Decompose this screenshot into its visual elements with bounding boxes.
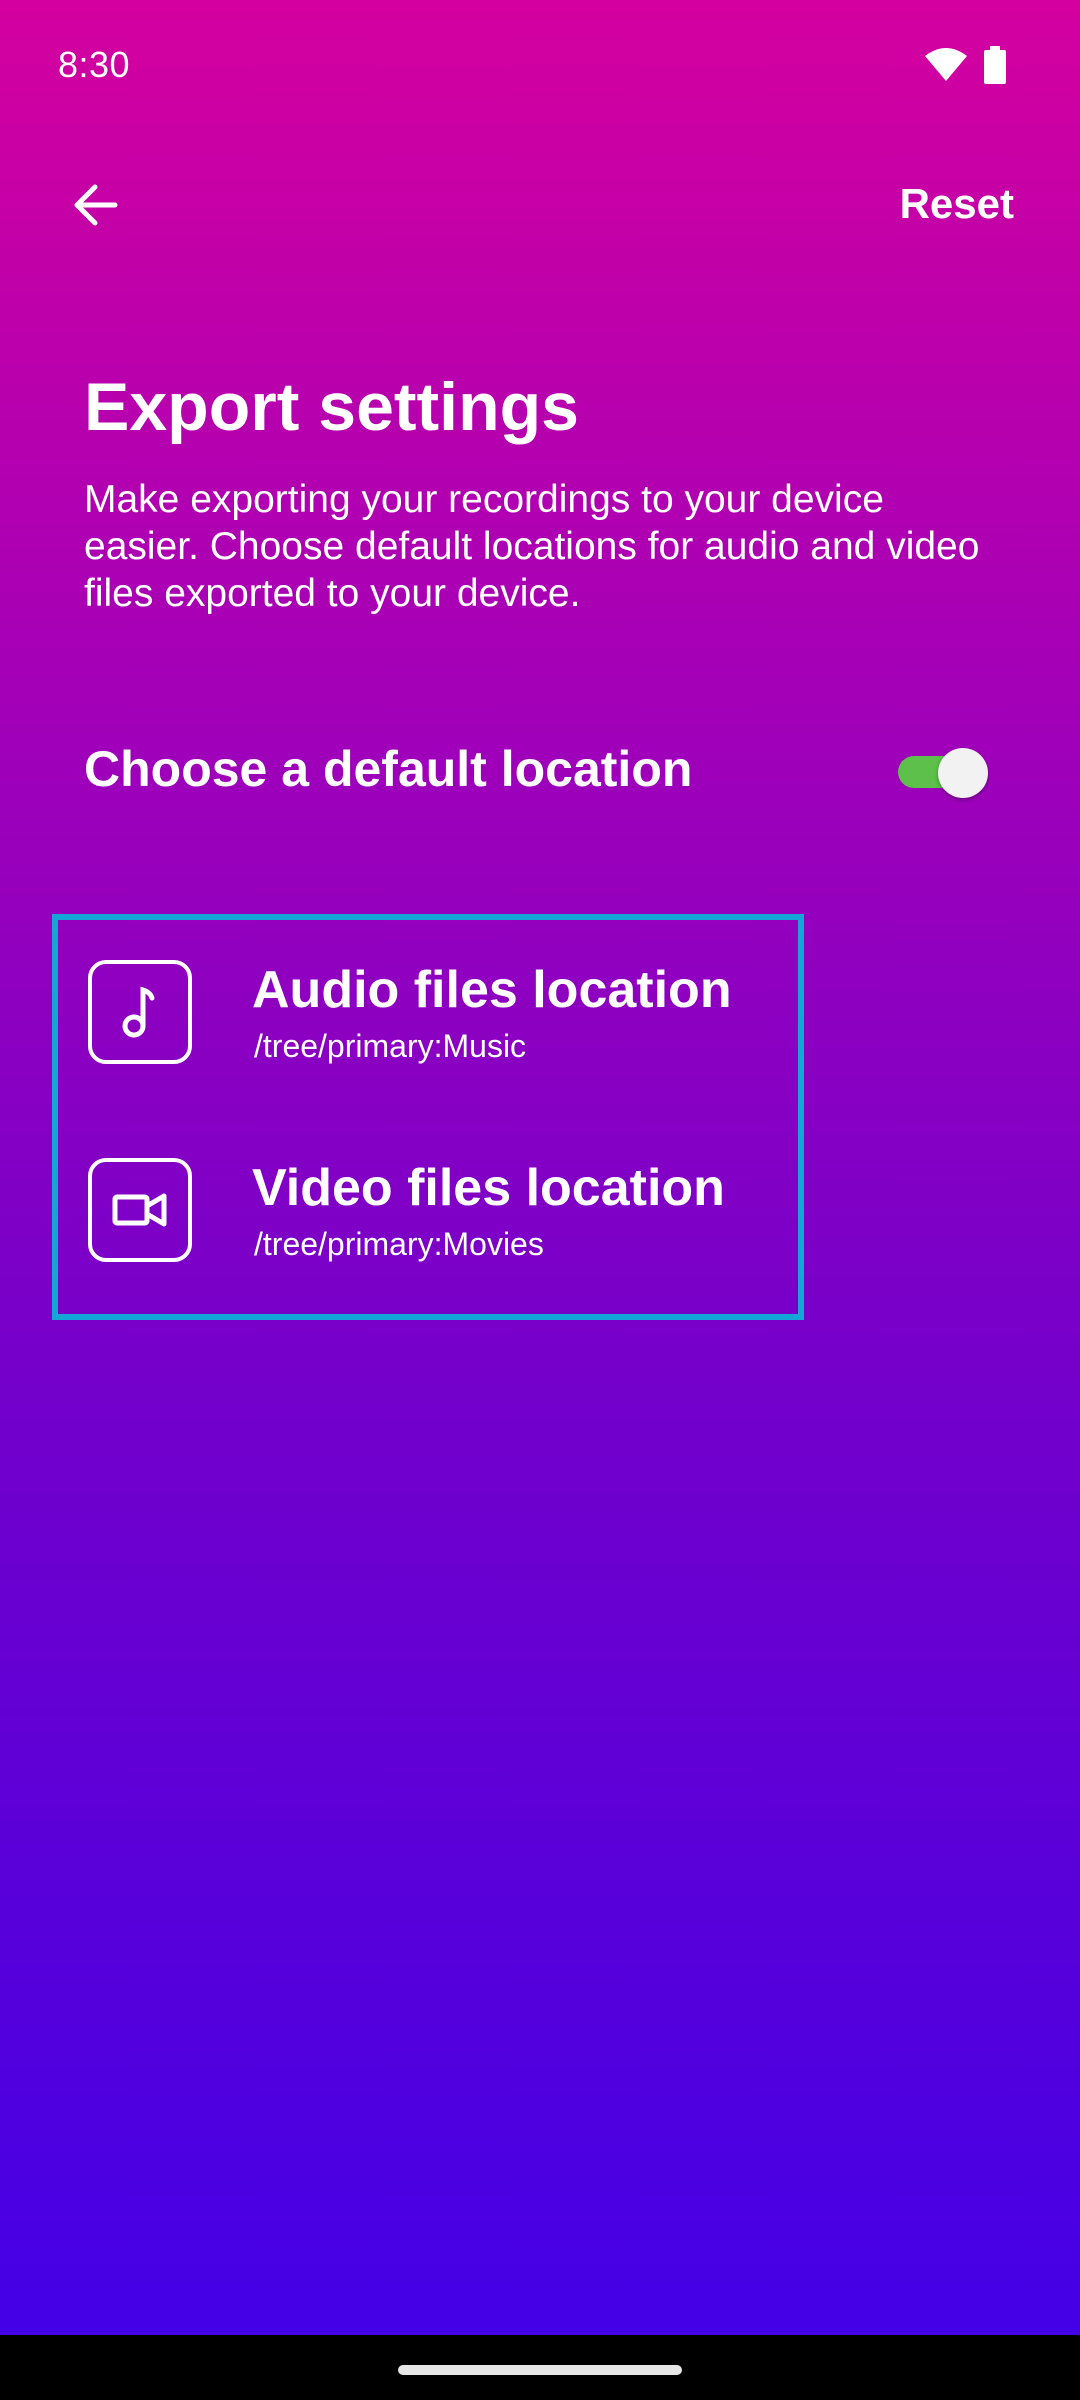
video-location-path: /tree/primary:Movies <box>254 1226 544 1262</box>
page-description: Make exporting your recordings to your d… <box>84 478 980 615</box>
video-location-item[interactable]: Video files location /tree/primary:Movie… <box>58 1158 798 1298</box>
screen: 8:30 Reset Export settings Make exportin… <box>0 0 1080 2335</box>
page-title: Export settings <box>84 369 579 445</box>
status-time: 8:30 <box>58 44 131 85</box>
default-location-row[interactable]: Choose a default location <box>84 730 996 810</box>
default-location-toggle[interactable] <box>898 748 988 798</box>
toggle-knob <box>938 748 988 798</box>
audio-location-path: /tree/primary:Music <box>254 1028 527 1064</box>
navigation-bar <box>0 2335 1080 2400</box>
reset-button[interactable]: Reset <box>900 180 1014 228</box>
audio-location-title: Audio files location <box>252 961 732 1019</box>
music-note-icon <box>88 960 192 1064</box>
back-button[interactable] <box>60 170 130 240</box>
arrow-back-icon <box>74 184 118 226</box>
video-camera-icon <box>88 1158 192 1262</box>
battery-icon <box>984 46 1006 84</box>
locations-group: Audio files location /tree/primary:Music… <box>52 914 804 1320</box>
audio-location-item[interactable]: Audio files location /tree/primary:Music <box>58 960 798 1100</box>
default-location-label: Choose a default location <box>84 741 693 797</box>
home-indicator[interactable] <box>398 2365 682 2375</box>
status-bar: 8:30 <box>0 0 1080 130</box>
video-location-title: Video files location <box>252 1159 725 1217</box>
wifi-icon <box>925 48 967 81</box>
